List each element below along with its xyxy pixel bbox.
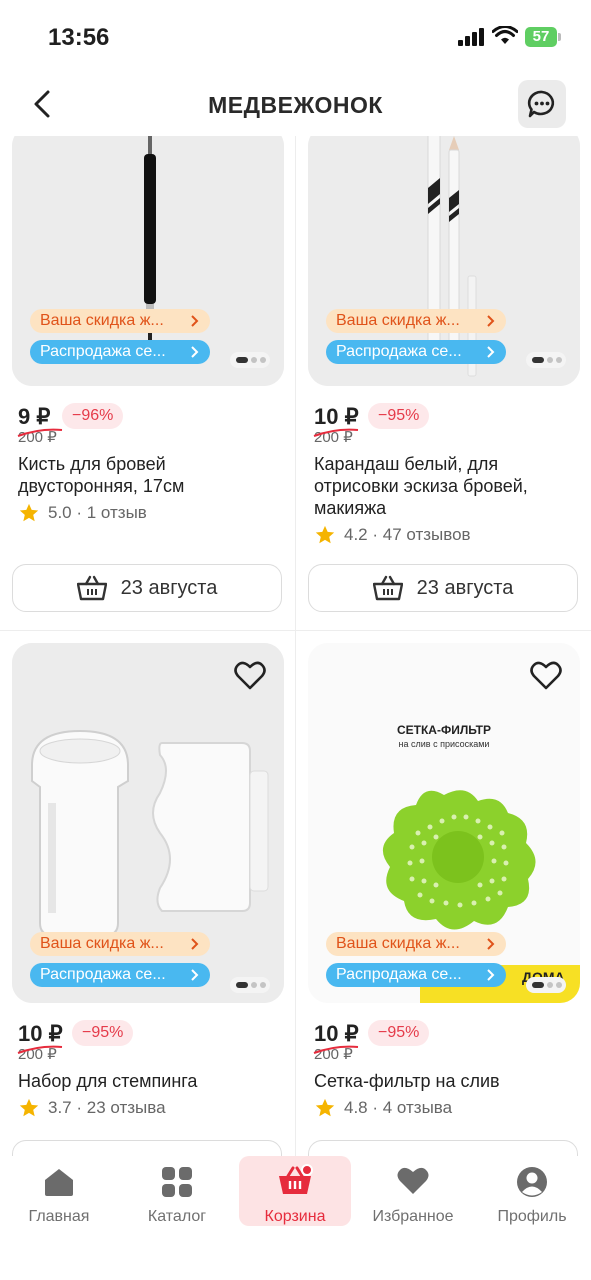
heart-outline-icon <box>234 661 266 690</box>
promo-discount-pill[interactable]: Ваша скидка ж... <box>30 932 210 956</box>
chevron-right-icon <box>191 938 199 950</box>
product-price: 10 ₽ <box>314 404 359 429</box>
tab-profile[interactable]: Профиль <box>473 1156 591 1226</box>
battery-icon: 57 <box>525 27 557 47</box>
image-pagination <box>526 977 566 993</box>
product-name[interactable]: Кисть для бровей двусторонняя, 17см <box>18 453 280 497</box>
star-icon <box>19 1098 39 1117</box>
row-divider <box>0 630 591 631</box>
heart-outline-icon <box>530 661 562 690</box>
add-to-cart-button[interactable] <box>12 1140 282 1156</box>
product-price: 10 ₽ <box>314 1021 359 1046</box>
add-to-cart-button[interactable] <box>308 1140 578 1156</box>
wifi-icon <box>492 26 518 44</box>
cellular-signal-icon <box>458 28 484 46</box>
promo-discount-pill[interactable]: Ваша скидка ж... <box>326 309 506 333</box>
chat-icon <box>527 90 555 118</box>
catalog-icon <box>162 1167 192 1197</box>
tab-cart[interactable]: Корзина <box>239 1156 351 1226</box>
image-pagination <box>526 352 566 368</box>
product-name[interactable]: Карандаш белый, для отрисовки эскиза бро… <box>314 453 576 519</box>
status-bar: 13:56 57 <box>0 0 591 74</box>
cart-notification-dot <box>301 1164 313 1176</box>
discount-badge: −95% <box>72 1020 134 1046</box>
favorite-button[interactable] <box>234 661 266 691</box>
promo-sale-pill[interactable]: Распродажа се... <box>326 963 506 987</box>
profile-icon <box>517 1167 547 1197</box>
tab-favorites[interactable]: Избранное <box>354 1156 472 1226</box>
product-card[interactable]: СЕТКА-ФИЛЬТР на слив с присосками ДОМА В… <box>308 643 580 1156</box>
add-to-cart-button[interactable]: 23 августа <box>308 564 578 612</box>
chevron-right-icon <box>487 969 495 981</box>
product-price: 10 ₽ <box>18 1021 63 1046</box>
strikethrough <box>313 1045 359 1054</box>
product-name[interactable]: Набор для стемпинга <box>18 1070 280 1092</box>
product-image[interactable]: Ваша скидка ж... Распродажа се... <box>308 136 580 386</box>
favorite-button[interactable] <box>530 661 562 691</box>
basket-icon <box>76 575 107 601</box>
product-card[interactable]: Ваша скидка ж... Распродажа се... 10 ₽ −… <box>12 643 284 1156</box>
product-rating: 5.0 · 1 отзыв <box>18 502 147 524</box>
star-icon <box>315 525 335 544</box>
chevron-right-icon <box>487 315 495 327</box>
product-image[interactable]: СЕТКА-ФИЛЬТР на слив с присосками ДОМА В… <box>308 643 580 1003</box>
product-grid: Ваша скидка ж... Распродажа се... 9 ₽ −9… <box>0 136 591 1156</box>
product-card[interactable]: Ваша скидка ж... Распродажа се... 9 ₽ −9… <box>12 136 284 630</box>
image-subtitle: на слив с присосками <box>398 739 490 749</box>
image-title: СЕТКА-ФИЛЬТР <box>396 723 492 737</box>
chevron-right-icon <box>191 315 199 327</box>
product-name[interactable]: Сетка-фильтр на слив <box>314 1070 576 1092</box>
chevron-right-icon <box>191 346 199 358</box>
heart-icon <box>397 1167 429 1194</box>
chevron-right-icon <box>487 346 495 358</box>
basket-icon <box>372 575 403 601</box>
column-divider <box>295 136 296 1156</box>
add-to-cart-button[interactable]: 23 августа <box>12 564 282 612</box>
strikethrough <box>313 428 359 437</box>
strikethrough <box>17 428 63 437</box>
product-card[interactable]: Ваша скидка ж... Распродажа се... 10 ₽ −… <box>308 136 580 630</box>
chat-button[interactable] <box>518 80 566 128</box>
tab-home[interactable]: Главная <box>0 1156 118 1226</box>
product-image[interactable]: Ваша скидка ж... Распродажа се... <box>12 643 284 1003</box>
home-icon <box>45 1169 73 1196</box>
image-pagination <box>230 977 270 993</box>
chevron-right-icon <box>191 969 199 981</box>
top-bar: МЕДВЕЖОНОК <box>0 74 591 136</box>
product-rating: 4.2 · 47 отзывов <box>314 524 471 546</box>
bottom-tab-bar: Главная Каталог Корзина Избранное Профил… <box>0 1156 591 1280</box>
promo-discount-pill[interactable]: Ваша скидка ж... <box>326 932 506 956</box>
page-title: МЕДВЕЖОНОК <box>208 92 383 118</box>
tab-catalog[interactable]: Каталог <box>118 1156 236 1226</box>
chevron-right-icon <box>487 938 495 950</box>
status-time: 13:56 <box>48 24 110 51</box>
discount-badge: −96% <box>62 403 124 429</box>
battery-cap <box>558 33 561 41</box>
promo-discount-pill[interactable]: Ваша скидка ж... <box>30 309 210 333</box>
promo-sale-pill[interactable]: Распродажа се... <box>30 340 210 364</box>
product-rating: 4.8 · 4 отзыва <box>314 1097 452 1119</box>
promo-sale-pill[interactable]: Распродажа се... <box>326 340 506 364</box>
product-image[interactable]: Ваша скидка ж... Распродажа се... <box>12 136 284 386</box>
product-rating: 3.7 · 23 отзыва <box>18 1097 166 1119</box>
strikethrough <box>17 1045 63 1054</box>
discount-badge: −95% <box>368 1020 430 1046</box>
star-icon <box>19 503 39 522</box>
image-pagination <box>230 352 270 368</box>
product-price: 9 ₽ <box>18 404 51 429</box>
promo-sale-pill[interactable]: Распродажа се... <box>30 963 210 987</box>
discount-badge: −95% <box>368 403 430 429</box>
star-icon <box>315 1098 335 1117</box>
